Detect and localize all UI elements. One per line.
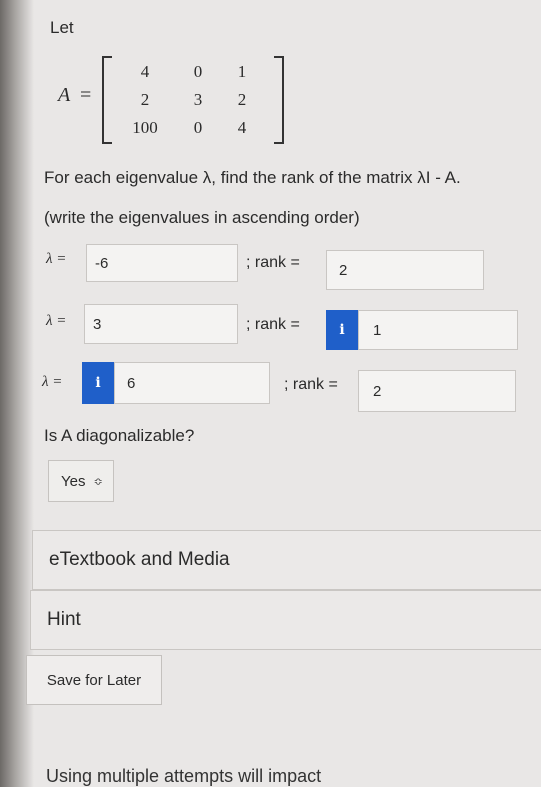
- hint-label: Hint: [47, 609, 81, 630]
- lambda-label: λ =: [46, 251, 67, 267]
- chevron-updown-icon: ≎: [93, 475, 103, 488]
- matrix-cell: 4: [140, 62, 150, 81]
- etextbook-section[interactable]: eTextbook and Media: [32, 530, 541, 590]
- matrix-cell: 2: [237, 90, 247, 109]
- question-instruction: (write the eigenvalues in ascending orde…: [44, 208, 360, 227]
- eigenvalue-input-2[interactable]: 3: [84, 304, 238, 344]
- matrix-cell: 3: [193, 90, 203, 109]
- hint-section[interactable]: Hint: [30, 590, 541, 650]
- lambda-label: λ =: [42, 374, 63, 390]
- matrix-cell: 2: [140, 90, 150, 109]
- save-for-later-button[interactable]: Save for Later: [26, 655, 162, 705]
- matrix-name: A: [58, 84, 71, 106]
- matrix-cell: 1: [237, 62, 247, 81]
- let-label: Let: [50, 18, 74, 37]
- eigenvalue-input-3[interactable]: 6: [114, 362, 270, 404]
- matrix-equals: =: [80, 84, 92, 106]
- rank-input-3[interactable]: 2: [358, 370, 516, 412]
- diagonalizable-question: Is A diagonalizable?: [44, 426, 195, 445]
- etextbook-label: eTextbook and Media: [49, 549, 230, 570]
- attempts-notice: Using multiple attempts will impact: [46, 766, 322, 786]
- rank-label: ; rank =: [284, 376, 338, 393]
- matrix-cell: 4: [237, 118, 247, 137]
- rank-label: ; rank =: [246, 254, 300, 271]
- rank-input-1[interactable]: 2: [326, 250, 484, 290]
- lambda-label: λ =: [46, 313, 67, 329]
- info-icon[interactable]: i: [82, 362, 114, 404]
- diagonalizable-select[interactable]: Yes ≎: [48, 460, 114, 502]
- eigenvalue-input-1[interactable]: -6: [86, 244, 238, 282]
- matrix-cell: 0: [193, 118, 203, 137]
- info-icon[interactable]: i: [326, 310, 358, 350]
- matrix-cell: 0: [193, 62, 203, 81]
- rank-label: ; rank =: [246, 316, 300, 333]
- select-value: Yes: [61, 472, 86, 490]
- matrix-cell: 100: [132, 118, 158, 137]
- matrix-grid: 4 0 1 2 3 2 100 0 4: [114, 58, 272, 142]
- rank-input-2[interactable]: 1: [358, 310, 518, 350]
- matrix-brackets: 4 0 1 2 3 2 100 0 4: [102, 56, 284, 144]
- question-prompt: For each eigenvalue λ, find the rank of …: [44, 168, 461, 187]
